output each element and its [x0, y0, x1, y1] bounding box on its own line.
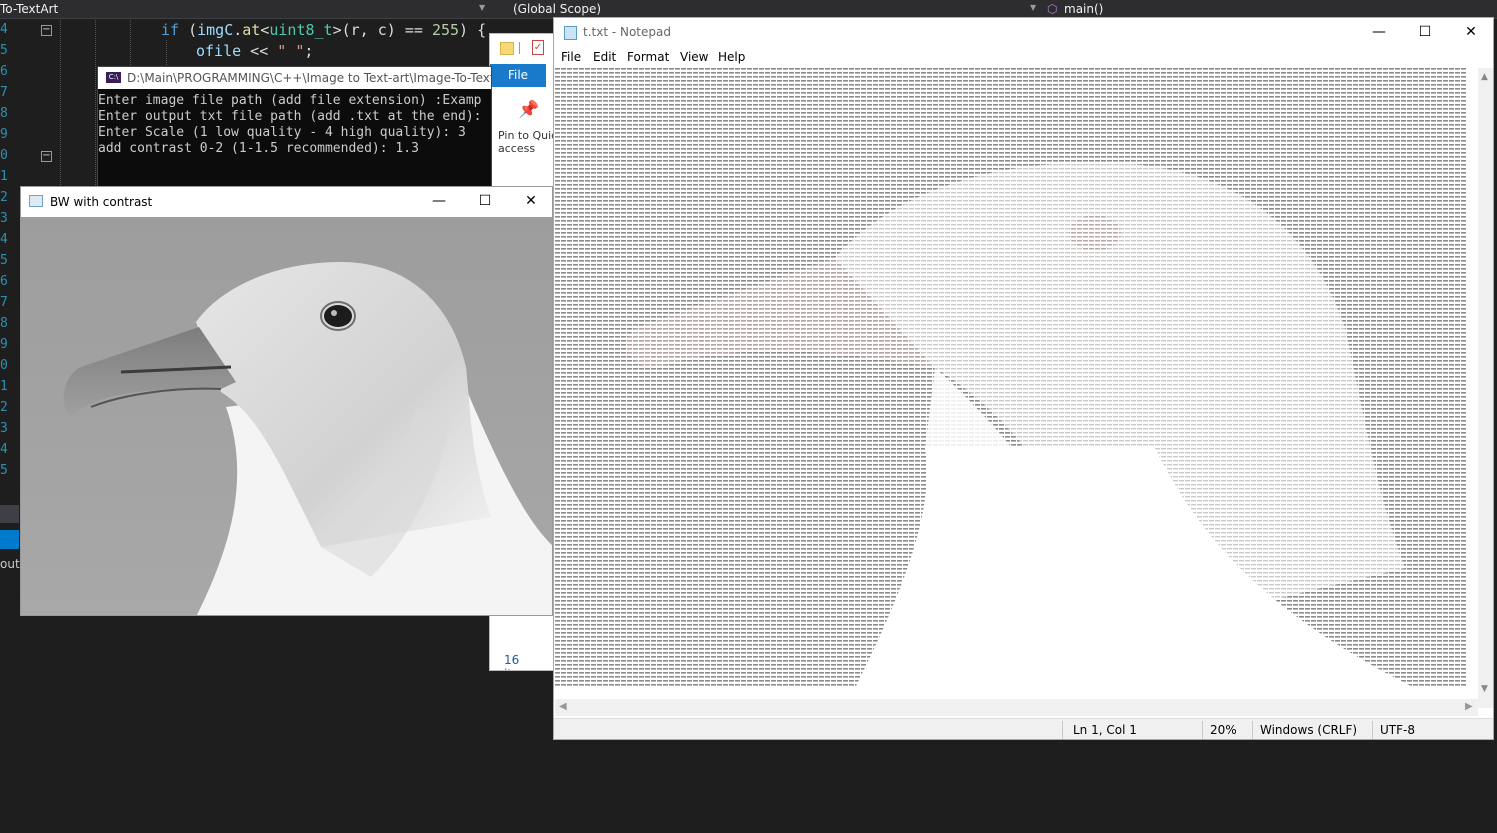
folder-icon[interactable]	[500, 42, 514, 55]
vertical-scrollbar[interactable]: ▲ ▼	[1478, 68, 1493, 708]
line-number: 3	[0, 211, 8, 226]
console-window[interactable]: C:\ D:\Main\PROGRAMMING\C++\Image to Tex…	[97, 66, 492, 192]
line-number: 5	[0, 43, 8, 58]
notepad-titlebar[interactable]: t.txt - Notepad — ☐ ✕	[554, 18, 1493, 48]
window-icon	[29, 195, 43, 207]
menu-file[interactable]: File	[561, 50, 581, 64]
item-count: 16 items	[504, 653, 537, 670]
horizontal-scrollbar[interactable]: ◀ ▶	[555, 699, 1478, 716]
menu-bar: File Edit Format View Help	[554, 48, 1493, 68]
line-number: 3	[0, 421, 8, 436]
bw-image-window: BW with contrast — ☐ ✕	[20, 186, 553, 616]
maximize-button[interactable]: ☐	[1402, 18, 1448, 48]
chevron-down-icon[interactable]: ▼	[479, 3, 485, 12]
close-button[interactable]: ✕	[1448, 18, 1493, 48]
chevron-down-icon[interactable]: ▼	[1030, 3, 1036, 12]
code-line[interactable]: ofile << " ";	[196, 42, 313, 60]
console-titlebar[interactable]: C:\ D:\Main\PROGRAMMING\C++\Image to Tex…	[98, 67, 491, 89]
scrollbar-thumb[interactable]	[1481, 86, 1491, 676]
console-line: Enter image file path (add file extensio…	[98, 93, 482, 108]
line-number: 6	[0, 274, 8, 289]
scroll-right-icon[interactable]: ▶	[1465, 701, 1473, 712]
menu-help[interactable]: Help	[718, 50, 745, 64]
line-number: 8	[0, 316, 8, 331]
line-number: 4	[0, 232, 8, 247]
line-number: 9	[0, 127, 8, 142]
output-tab[interactable]: out	[0, 557, 20, 571]
line-number: 1	[0, 169, 8, 184]
function-cube-icon: ⬡	[1047, 2, 1058, 16]
console-line: Enter Scale (1 low quality - 4 high qual…	[98, 125, 466, 140]
properties-icon[interactable]: ✓	[532, 40, 544, 55]
line-number: 5	[0, 463, 8, 478]
minimize-button[interactable]: —	[1356, 18, 1402, 48]
menu-format[interactable]: Format	[627, 50, 669, 64]
code-line[interactable]: if (imgC.at<uint8_t>(r, c) == 255) {	[161, 21, 486, 39]
line-number: 6	[0, 64, 8, 79]
panel-tab[interactable]	[0, 505, 19, 523]
line-number: 1	[0, 379, 8, 394]
pin-to-quick-access-label[interactable]: Pin to Quick access	[498, 129, 554, 155]
scroll-left-icon[interactable]: ◀	[559, 701, 567, 712]
fold-toggle[interactable]: −	[41, 25, 52, 36]
line-number: 2	[0, 190, 8, 205]
progress-indicator	[0, 530, 19, 549]
seagull-image	[21, 217, 552, 615]
notepad-app-icon	[564, 26, 577, 40]
line-number: 4	[0, 442, 8, 457]
encoding: UTF-8	[1380, 723, 1415, 737]
window-title: t.txt - Notepad	[583, 25, 671, 39]
close-button[interactable]: ✕	[508, 187, 552, 217]
line-number: 5	[0, 253, 8, 268]
file-tab[interactable]: File	[490, 64, 546, 87]
bw-titlebar[interactable]: BW with contrast — ☐ ✕	[21, 187, 552, 217]
cursor-position: Ln 1, Col 1	[1073, 723, 1137, 737]
notepad-window: t.txt - Notepad — ☐ ✕ File Edit Format V…	[553, 17, 1494, 740]
scroll-up-icon[interactable]: ▲	[1481, 72, 1488, 82]
scroll-down-icon[interactable]: ▼	[1481, 684, 1488, 694]
menu-edit[interactable]: Edit	[593, 50, 616, 64]
line-endings: Windows (CRLF)	[1260, 723, 1358, 737]
ascii-art-text-area[interactable]	[555, 68, 1479, 708]
menu-view[interactable]: View	[680, 50, 708, 64]
console-line: Enter output txt file path (add .txt at …	[98, 109, 482, 124]
line-number: 7	[0, 295, 8, 310]
fold-toggle[interactable]: −	[41, 151, 52, 162]
status-bar: Ln 1, Col 1 20% Windows (CRLF) UTF-8	[554, 718, 1493, 739]
zoom-level: 20%	[1210, 723, 1237, 737]
minimize-button[interactable]: —	[416, 187, 462, 217]
console-line: add contrast 0-2 (1-1.5 recommended): 1.…	[98, 141, 419, 156]
divider	[519, 42, 520, 54]
pin-icon[interactable]: 📌	[518, 100, 539, 120]
line-number: 9	[0, 337, 8, 352]
function-selector[interactable]: main()	[1064, 2, 1103, 16]
console-app-icon: C:\	[106, 72, 121, 83]
window-title: BW with contrast	[50, 195, 153, 209]
maximize-button[interactable]: ☐	[462, 187, 508, 217]
line-number: 8	[0, 106, 8, 121]
line-number: 7	[0, 85, 8, 100]
line-number: 0	[0, 358, 8, 373]
scope-selector[interactable]: (Global Scope)	[513, 2, 601, 16]
line-number: 4	[0, 22, 8, 37]
console-output: Enter image file path (add file extensio…	[98, 93, 482, 157]
console-title: D:\Main\PROGRAMMING\C++\Image to Text-ar…	[127, 71, 491, 85]
project-selector[interactable]: To-TextArt	[0, 2, 58, 16]
line-number: 0	[0, 148, 8, 163]
line-number: 2	[0, 400, 8, 415]
